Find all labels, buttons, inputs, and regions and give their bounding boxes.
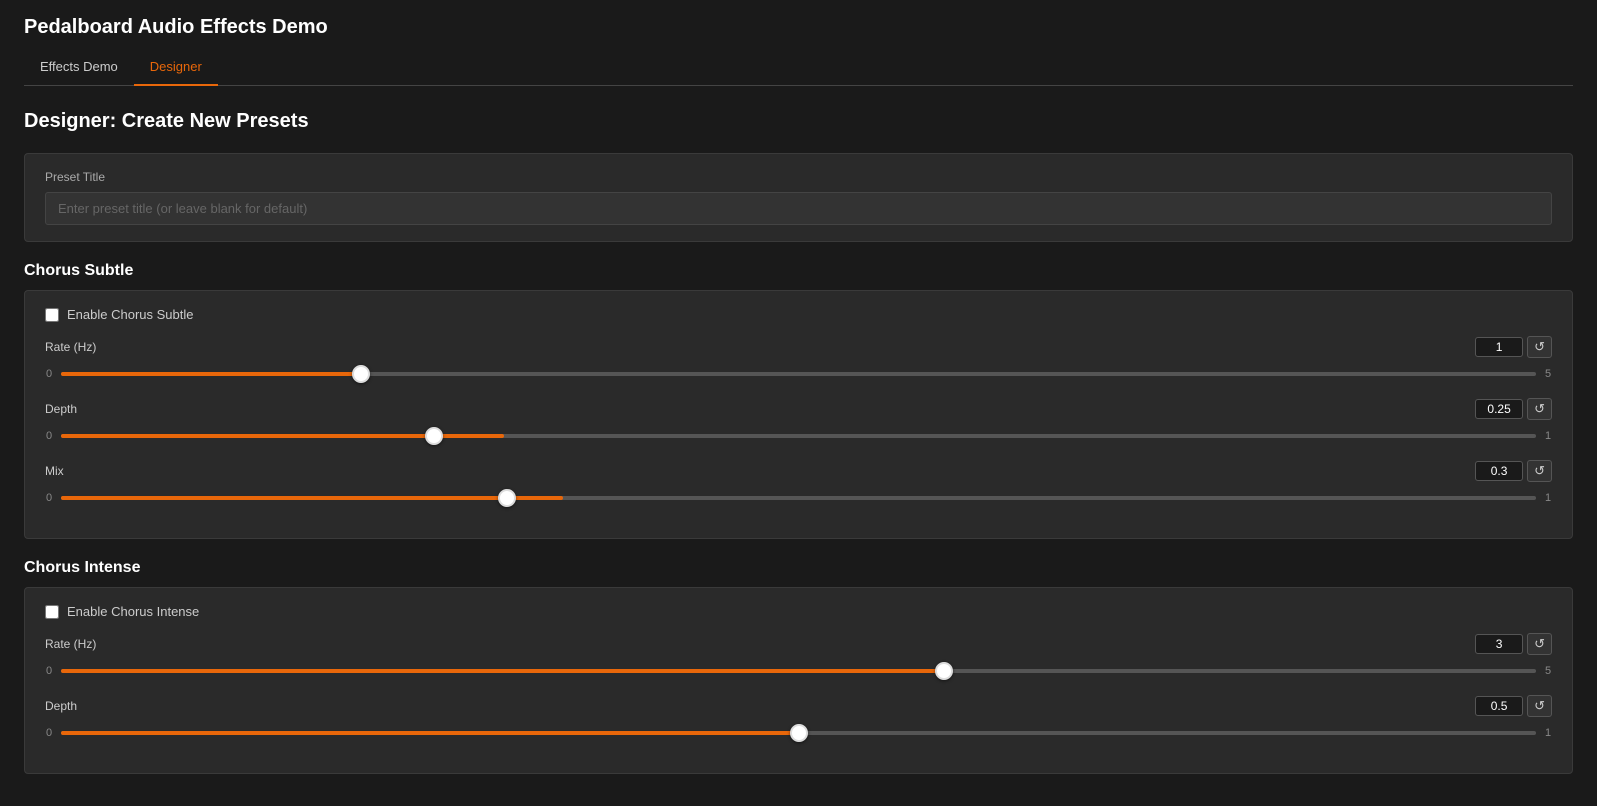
chorus-subtle-rate-min: 0 [45, 368, 53, 380]
chorus-subtle-depth-reset[interactable]: ↺ [1527, 398, 1552, 420]
chorus-subtle-mix-reset[interactable]: ↺ [1527, 460, 1552, 482]
chorus-intense-depth-row: Depth 0.5 ↺ 0 1 [45, 695, 1552, 743]
chorus-subtle-checkbox[interactable] [45, 308, 59, 322]
preset-title-input[interactable] [45, 192, 1552, 225]
chorus-intense-rate-row: Rate (Hz) 3 ↺ 0 5 [45, 633, 1552, 681]
chorus-intense-depth-reset[interactable]: ↺ [1527, 695, 1552, 717]
chorus-subtle-mix-slider[interactable] [61, 496, 1536, 500]
chorus-subtle-depth-row: Depth 0.25 ↺ 0 1 [45, 398, 1552, 446]
chorus-subtle-rate-slider[interactable] [61, 372, 1536, 376]
chorus-subtle-mix-min: 0 [45, 492, 53, 504]
chorus-subtle-rate-slider-wrapper [61, 364, 1536, 384]
chorus-subtle-depth-value: 0.25 [1475, 399, 1523, 419]
chorus-intense-depth-value-group: 0.5 ↺ [1475, 695, 1552, 717]
chorus-subtle-depth-max: 1 [1544, 430, 1552, 442]
chorus-subtle-depth-slider-wrapper [61, 426, 1536, 446]
chorus-subtle-rate-reset[interactable]: ↺ [1527, 336, 1552, 358]
chorus-subtle-enable-label: Enable Chorus Subtle [67, 307, 193, 322]
chorus-intense-enable-row: Enable Chorus Intense [45, 604, 1552, 619]
chorus-subtle-depth-slider[interactable] [61, 434, 1536, 438]
chorus-subtle-depth-label: Depth [45, 402, 77, 416]
chorus-subtle-mix-value-group: 0.3 ↺ [1475, 460, 1552, 482]
app-title: Pedalboard Audio Effects Demo [24, 16, 1573, 39]
preset-title-label: Preset Title [45, 170, 1552, 184]
chorus-intense-checkbox[interactable] [45, 605, 59, 619]
chorus-subtle-rate-value: 1 [1475, 337, 1523, 357]
chorus-intense-enable-label: Enable Chorus Intense [67, 604, 199, 619]
chorus-intense-card: Enable Chorus Intense Rate (Hz) 3 ↺ 0 5 [24, 587, 1573, 774]
app-header: Pedalboard Audio Effects Demo Effects De… [0, 0, 1597, 86]
chorus-subtle-depth-min: 0 [45, 430, 53, 442]
chorus-intense-depth-value: 0.5 [1475, 696, 1523, 716]
chorus-intense-depth-slider-wrapper [61, 723, 1536, 743]
tab-designer[interactable]: Designer [134, 51, 218, 86]
tab-effects-demo[interactable]: Effects Demo [24, 51, 134, 86]
chorus-intense-section-title: Chorus Intense [24, 559, 1573, 577]
chorus-subtle-rate-label: Rate (Hz) [45, 340, 96, 354]
chorus-subtle-enable-row: Enable Chorus Subtle [45, 307, 1552, 322]
chorus-subtle-section-title: Chorus Subtle [24, 262, 1573, 280]
chorus-subtle-mix-slider-wrapper [61, 488, 1536, 508]
chorus-subtle-mix-row: Mix 0.3 ↺ 0 1 [45, 460, 1552, 508]
chorus-subtle-mix-label: Mix [45, 464, 64, 478]
chorus-intense-rate-value: 3 [1475, 634, 1523, 654]
tab-bar: Effects Demo Designer [24, 51, 1573, 86]
preset-title-card: Preset Title [24, 153, 1573, 242]
chorus-subtle-mix-value: 0.3 [1475, 461, 1523, 481]
chorus-intense-rate-reset[interactable]: ↺ [1527, 633, 1552, 655]
chorus-intense-depth-slider[interactable] [61, 731, 1536, 735]
chorus-subtle-mix-max: 1 [1544, 492, 1552, 504]
chorus-subtle-rate-max: 5 [1544, 368, 1552, 380]
chorus-subtle-depth-value-group: 0.25 ↺ [1475, 398, 1552, 420]
chorus-subtle-card: Enable Chorus Subtle Rate (Hz) 1 ↺ 0 5 [24, 290, 1573, 539]
chorus-intense-depth-max: 1 [1544, 727, 1552, 739]
chorus-intense-rate-slider-wrapper [61, 661, 1536, 681]
chorus-subtle-rate-row: Rate (Hz) 1 ↺ 0 5 [45, 336, 1552, 384]
main-content: Designer: Create New Presets Preset Titl… [0, 86, 1597, 806]
chorus-intense-rate-slider[interactable] [61, 669, 1536, 673]
chorus-intense-depth-min: 0 [45, 727, 53, 739]
chorus-intense-depth-label: Depth [45, 699, 77, 713]
chorus-subtle-rate-value-group: 1 ↺ [1475, 336, 1552, 358]
chorus-intense-rate-min: 0 [45, 665, 53, 677]
chorus-intense-rate-label: Rate (Hz) [45, 637, 96, 651]
chorus-intense-rate-max: 5 [1544, 665, 1552, 677]
chorus-intense-rate-value-group: 3 ↺ [1475, 633, 1552, 655]
page-title: Designer: Create New Presets [24, 110, 1573, 133]
